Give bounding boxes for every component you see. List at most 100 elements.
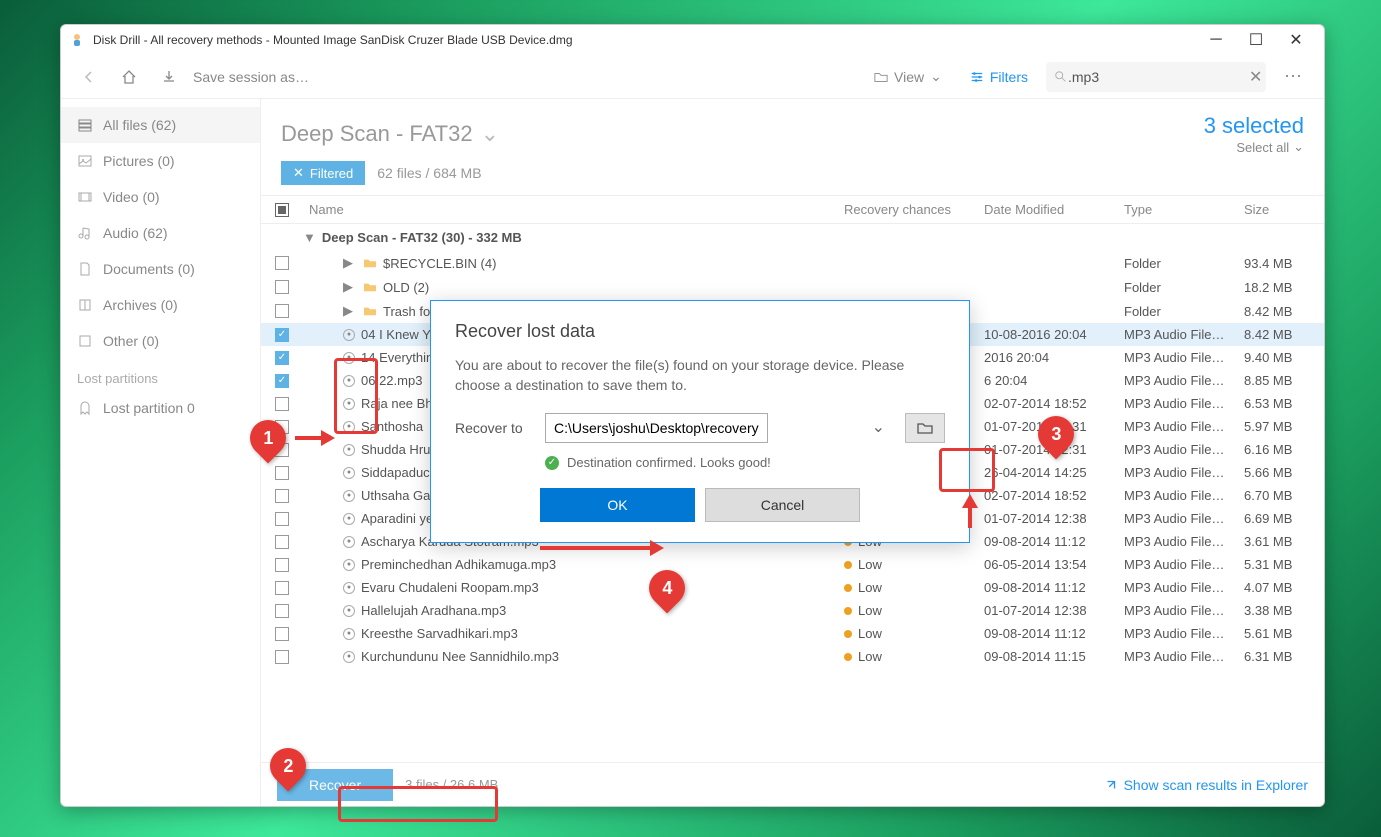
row-checkbox[interactable]: [275, 280, 289, 294]
type-cell: MP3 Audio File…: [1124, 580, 1244, 595]
type-cell: MP3 Audio File…: [1124, 442, 1244, 457]
date-cell: 09-08-2014 11:12: [984, 534, 1124, 549]
size-cell: 6.69 MB: [1244, 511, 1324, 526]
save-session-label[interactable]: Save session as…: [193, 69, 309, 85]
select-all-button[interactable]: Select all ⌄: [1204, 139, 1304, 155]
recover-button[interactable]: Recover: [277, 769, 393, 801]
row-checkbox[interactable]: [275, 256, 289, 270]
date-cell: 09-08-2014 11:12: [984, 626, 1124, 641]
col-recovery[interactable]: Recovery chances: [844, 202, 984, 217]
search-icon: [1054, 70, 1068, 84]
audio-file-icon: ●: [343, 421, 355, 433]
type-cell: MP3 Audio File…: [1124, 327, 1244, 342]
row-checkbox[interactable]: [275, 443, 289, 457]
audio-file-icon: ●: [343, 582, 355, 594]
sidebar-item-pictures[interactable]: Pictures (0): [61, 143, 260, 179]
sliders-icon: [970, 70, 984, 84]
close-icon[interactable]: ✕: [293, 165, 304, 181]
footer: Recover 3 files / 26.6 MB Show scan resu…: [261, 762, 1324, 806]
chevron-down-icon[interactable]: ⌄: [481, 121, 499, 147]
audio-icon: [77, 225, 93, 241]
recovery-dot: [844, 630, 852, 638]
table-row[interactable]: ●Hallelujah Aradhana.mp3Low01-07-2014 12…: [261, 599, 1324, 622]
search-input[interactable]: [1068, 69, 1249, 85]
audio-file-icon: ●: [343, 490, 355, 502]
row-checkbox[interactable]: [275, 650, 289, 664]
collapse-icon[interactable]: ▼: [303, 230, 316, 245]
table-row[interactable]: ▶$RECYCLE.BIN (4)Folder93.4 MB: [261, 251, 1324, 275]
type-cell: MP3 Audio File…: [1124, 511, 1244, 526]
save-icon[interactable]: [153, 61, 185, 93]
external-icon: [1104, 778, 1118, 792]
lost-partitions-label: Lost partitions: [61, 359, 260, 390]
col-name[interactable]: Name: [303, 202, 844, 217]
row-checkbox[interactable]: [275, 627, 289, 641]
ok-button[interactable]: OK: [540, 488, 695, 522]
date-cell: 09-08-2014 11:12: [984, 580, 1124, 595]
table-row[interactable]: ●Kurchundunu Nee Sannidhilo.mp3Low09-08-…: [261, 645, 1324, 668]
dialog-text: You are about to recover the file(s) fou…: [455, 356, 945, 395]
row-checkbox[interactable]: [275, 466, 289, 480]
col-size[interactable]: Size: [1244, 202, 1324, 217]
file-name: Hallelujah Aradhana.mp3: [361, 603, 506, 618]
toolbar: Save session as… View ⌄ Filters ✕ ⋯: [61, 55, 1324, 99]
sidebar-item-archives[interactable]: Archives (0): [61, 287, 260, 323]
destination-select[interactable]: C:\Users\joshu\Desktop\recovery: [545, 413, 768, 443]
table-row[interactable]: ●Preminchedhan Adhikamuga.mp3Low06-05-20…: [261, 553, 1324, 576]
row-checkbox[interactable]: [275, 328, 289, 342]
size-cell: 5.31 MB: [1244, 557, 1324, 572]
clear-search-icon[interactable]: ✕: [1249, 67, 1262, 87]
row-checkbox[interactable]: [275, 420, 289, 434]
browse-button[interactable]: [905, 413, 945, 443]
date-cell: 2016 20:04: [984, 350, 1124, 365]
selected-count: 3 selected: [1204, 113, 1304, 139]
filters-label: Filters: [990, 69, 1028, 85]
row-checkbox[interactable]: [275, 535, 289, 549]
row-checkbox[interactable]: [275, 558, 289, 572]
close-button[interactable]: ✕: [1276, 25, 1316, 55]
file-name: 14 Everythin: [361, 350, 433, 365]
show-in-explorer-link[interactable]: Show scan results in Explorer: [1104, 777, 1308, 793]
type-cell: MP3 Audio File…: [1124, 419, 1244, 434]
row-checkbox[interactable]: [275, 374, 289, 388]
row-checkbox[interactable]: [275, 489, 289, 503]
view-button[interactable]: View ⌄: [864, 64, 952, 89]
table-row[interactable]: ▶OLD (2)Folder18.2 MB: [261, 275, 1324, 299]
filters-button[interactable]: Filters: [960, 65, 1038, 89]
group-row[interactable]: ▼ Deep Scan - FAT32 (30) - 332 MB: [261, 224, 1324, 251]
row-checkbox[interactable]: [275, 512, 289, 526]
recovery-chance: Low: [858, 603, 882, 618]
size-cell: 5.97 MB: [1244, 419, 1324, 434]
home-button[interactable]: [113, 61, 145, 93]
more-button[interactable]: ⋯: [1274, 66, 1312, 87]
col-type[interactable]: Type: [1124, 202, 1244, 217]
row-checkbox[interactable]: [275, 581, 289, 595]
size-cell: 8.85 MB: [1244, 373, 1324, 388]
row-checkbox[interactable]: [275, 397, 289, 411]
table-row[interactable]: ●Evaru Chudaleni Roopam.mp3Low09-08-2014…: [261, 576, 1324, 599]
select-all-checkbox[interactable]: [275, 203, 289, 217]
sidebar-item-documents[interactable]: Documents (0): [61, 251, 260, 287]
titlebar: Disk Drill - All recovery methods - Moun…: [61, 25, 1324, 55]
group-name: Deep Scan - FAT32 (30) - 332 MB: [322, 230, 522, 245]
search-box[interactable]: ✕: [1046, 62, 1266, 92]
row-checkbox[interactable]: [275, 304, 289, 318]
size-cell: 5.66 MB: [1244, 465, 1324, 480]
minimize-button[interactable]: ─: [1196, 25, 1236, 55]
sidebar-item-allfiles[interactable]: All files (62): [61, 107, 260, 143]
row-checkbox[interactable]: [275, 351, 289, 365]
sidebar-item-video[interactable]: Video (0): [61, 179, 260, 215]
back-button[interactable]: [73, 61, 105, 93]
audio-file-icon: ●: [343, 513, 355, 525]
filtered-chip[interactable]: ✕Filtered: [281, 161, 365, 185]
col-date[interactable]: Date Modified: [984, 202, 1124, 217]
sidebar-item-other[interactable]: Other (0): [61, 323, 260, 359]
date-cell: 01-07-2014 12:38: [984, 511, 1124, 526]
table-row[interactable]: ●Kreesthe Sarvadhikari.mp3Low09-08-2014 …: [261, 622, 1324, 645]
type-cell: MP3 Audio File…: [1124, 488, 1244, 503]
sidebar-item-lostpartition[interactable]: Lost partition 0: [61, 390, 260, 426]
sidebar-item-audio[interactable]: Audio (62): [61, 215, 260, 251]
row-checkbox[interactable]: [275, 604, 289, 618]
maximize-button[interactable]: ☐: [1236, 25, 1276, 55]
cancel-button[interactable]: Cancel: [705, 488, 860, 522]
